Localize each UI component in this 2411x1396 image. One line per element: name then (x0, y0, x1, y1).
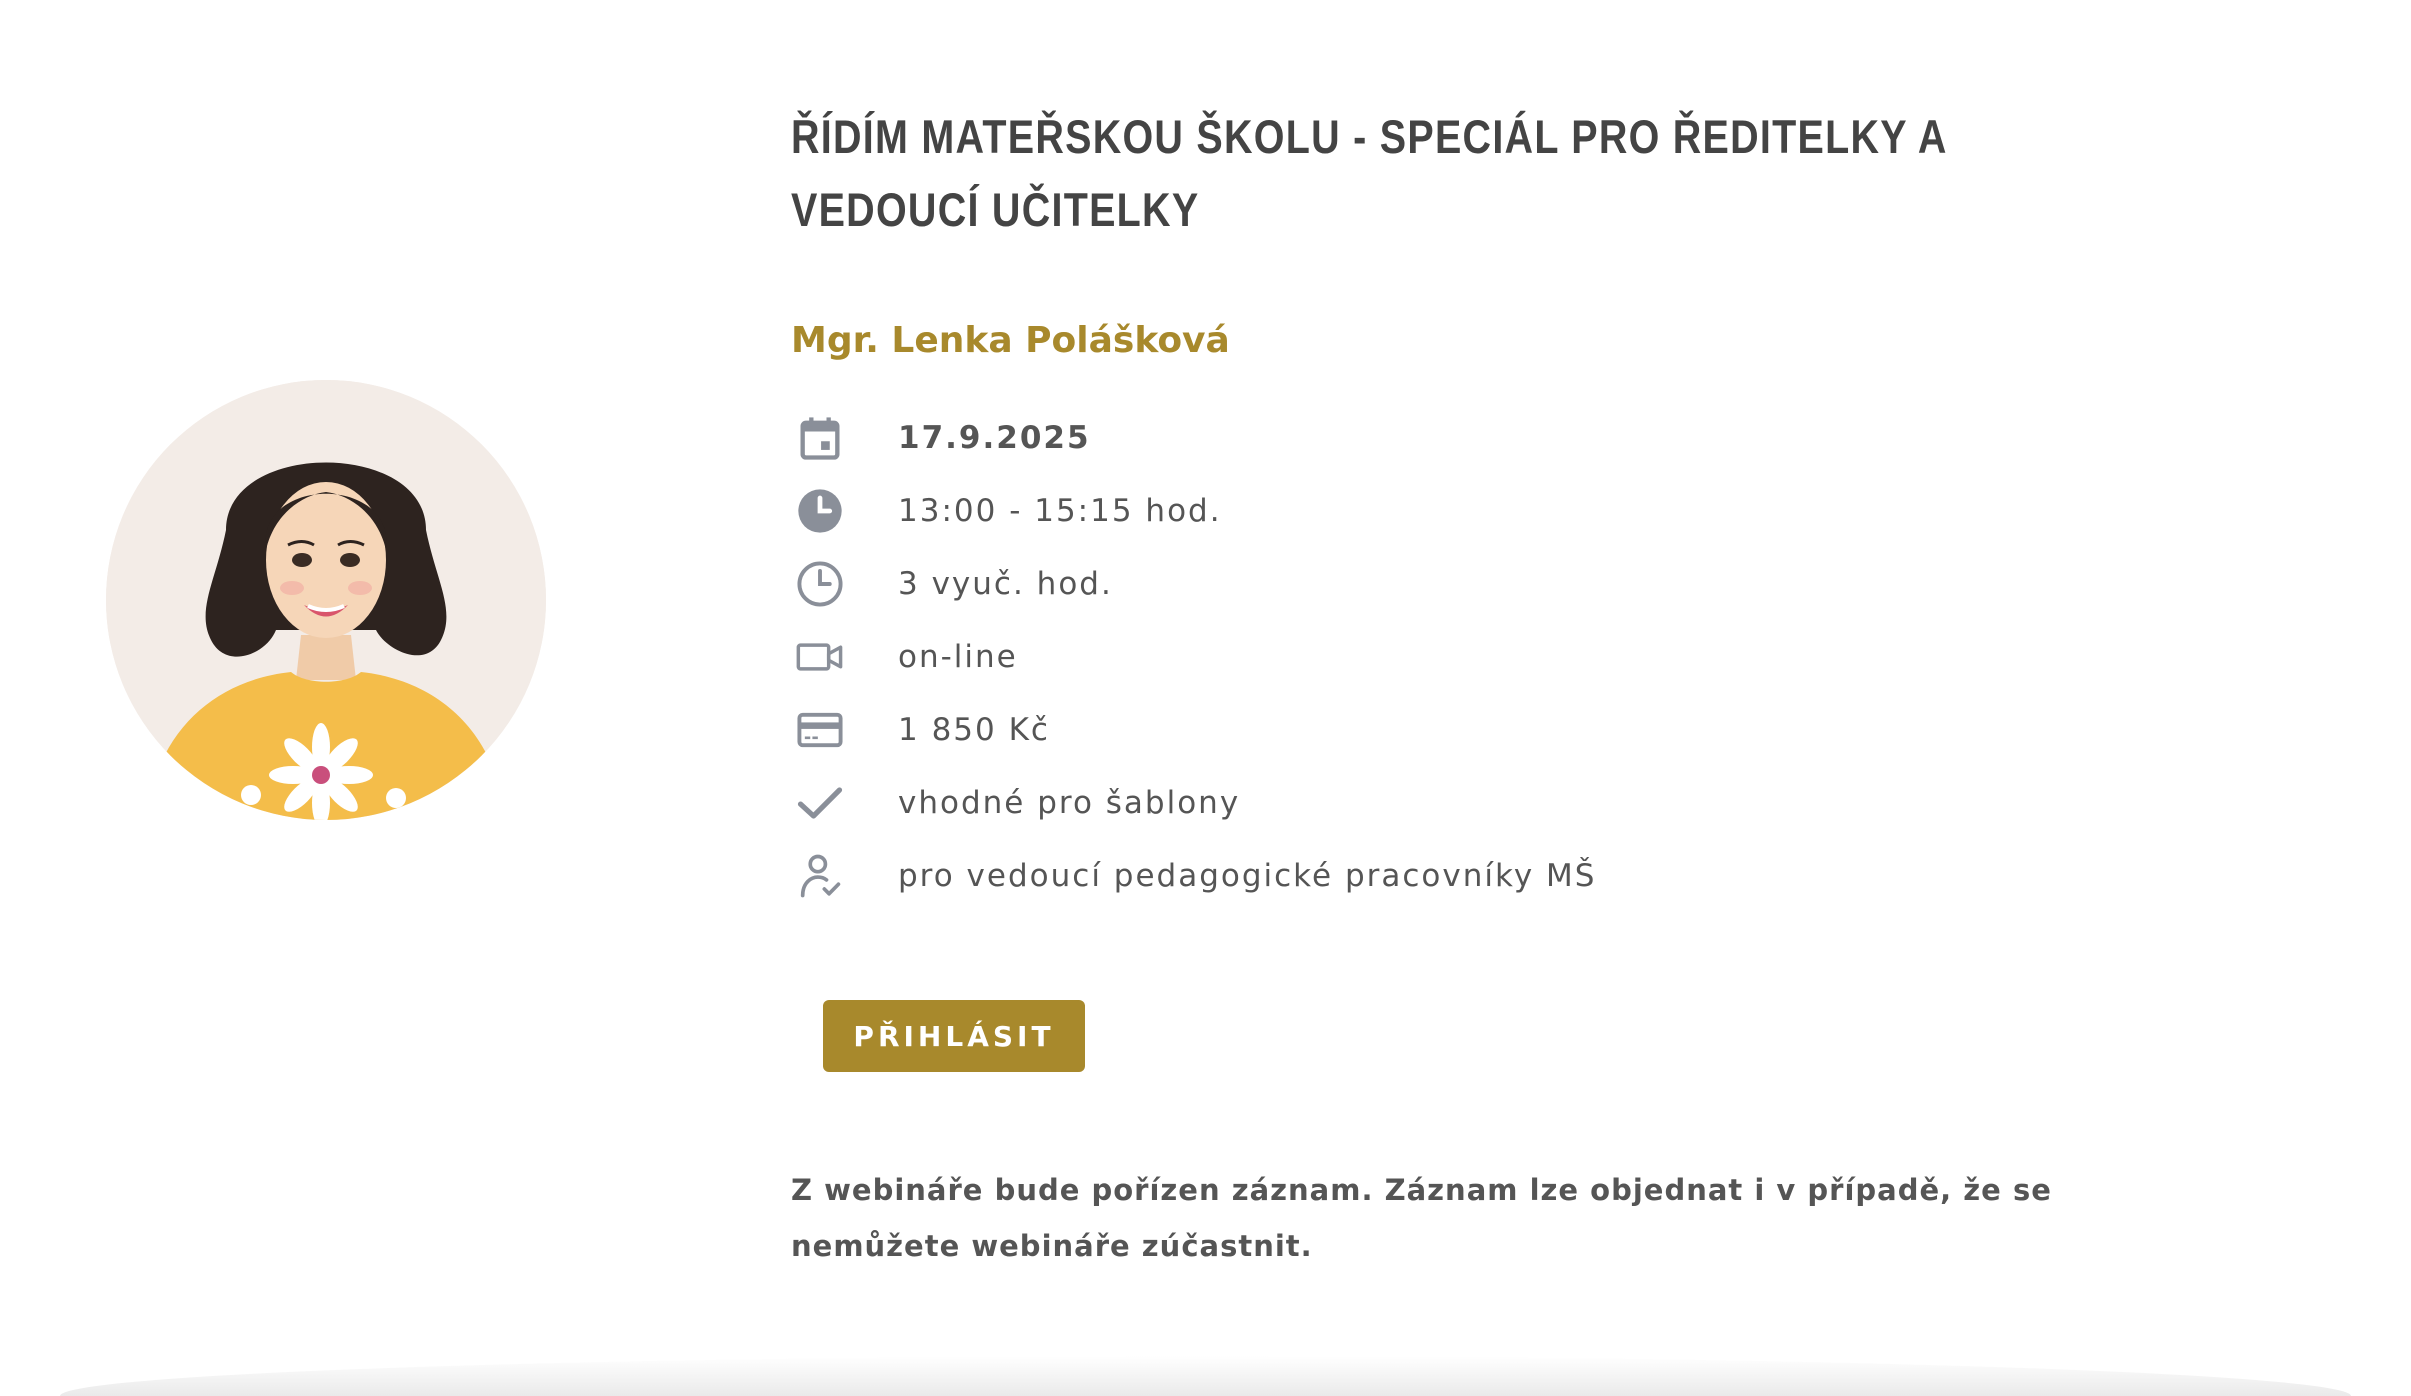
detail-date-text: 17.9.2025 (898, 419, 1091, 456)
detail-time-text: 13:00 - 15:15 hod. (898, 492, 1222, 529)
detail-price: 1 850 Kč (791, 693, 2091, 766)
clock-outline-icon (791, 555, 849, 613)
video-camera-icon (791, 628, 849, 686)
course-detail: ŘÍDÍM MATEŘSKOU ŠKOLU - SPECIÁL PRO ŘEDI… (791, 100, 2091, 1274)
recording-note: Z webináře bude pořízen záznam. Záznam l… (791, 1173, 2052, 1263)
user-check-icon (791, 847, 849, 905)
detail-hours: 3 vyuč. hod. (791, 547, 2091, 620)
detail-format: on-line (791, 620, 2091, 693)
course-title: ŘÍDÍM MATEŘSKOU ŠKOLU - SPECIÁL PRO ŘEDI… (791, 110, 1947, 236)
lecturer-name: Mgr. Lenka Polášková (791, 320, 1230, 361)
detail-time: 13:00 - 15:15 hod. (791, 474, 2091, 547)
credit-card-icon (791, 701, 849, 759)
detail-audience-text: pro vedoucí pedagogické pracovníky MŠ (898, 857, 1597, 894)
lecturer-avatar (106, 380, 546, 820)
register-button[interactable]: PŘIHLÁSIT (823, 1000, 1085, 1072)
detail-templates-text: vhodné pro šablony (898, 784, 1241, 821)
detail-templates: vhodné pro šablony (791, 766, 2091, 839)
detail-audience: pro vedoucí pedagogické pracovníky MŠ (791, 839, 2091, 912)
detail-date: 17.9.2025 (791, 401, 2091, 474)
course-details-list: 17.9.2025 13:00 - 15:15 hod. 3 vyuč. hod… (791, 401, 2091, 912)
clock-filled-icon (791, 482, 849, 540)
detail-format-text: on-line (898, 638, 1018, 675)
detail-hours-text: 3 vyuč. hod. (898, 565, 1113, 602)
checkmark-icon (791, 774, 849, 832)
calendar-icon (791, 409, 849, 467)
detail-price-text: 1 850 Kč (898, 711, 1050, 748)
section-divider-shadow (60, 1356, 2351, 1396)
